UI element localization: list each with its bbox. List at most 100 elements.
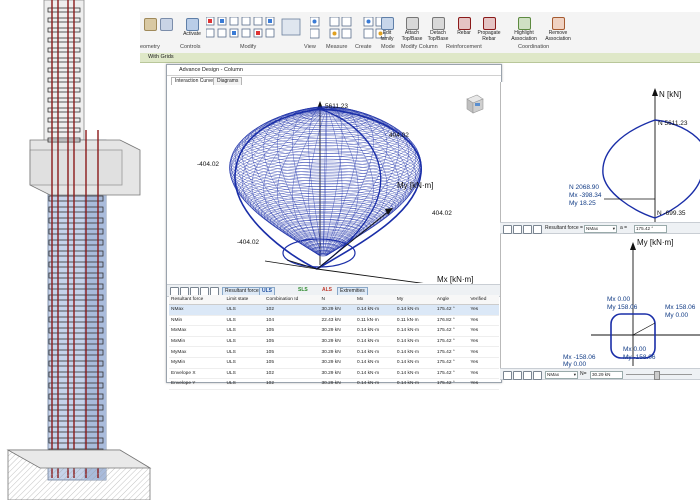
- cell-mx: 0.14 kN·m: [354, 357, 395, 369]
- export-icon[interactable]: [523, 370, 532, 380]
- cell-n: 30.29 kN: [319, 325, 355, 337]
- n-m-interaction-panel[interactable]: N [kN] N 5611.23 N 2068.90 Mx -398.34 My…: [500, 82, 700, 234]
- n-m-toolbar: Resultant force = NMax ▾ a = 175.42 °: [500, 222, 700, 234]
- n-bottom-label: N -699.35: [657, 210, 686, 217]
- dialog-tabs: Interaction Curves Diagrams: [167, 76, 501, 85]
- detach-top-base-button[interactable]: Detach Top/Base: [426, 17, 450, 42]
- view-cube[interactable]: [463, 93, 485, 115]
- zoom-icon[interactable]: [503, 224, 512, 234]
- cell-combination-id: 105: [264, 325, 320, 337]
- sls-button[interactable]: SLS: [298, 287, 308, 294]
- activate-button[interactable]: Activate: [180, 18, 204, 37]
- highlight-association-icon: [518, 17, 531, 30]
- print-icon[interactable]: [533, 370, 542, 380]
- export-icon[interactable]: [523, 224, 532, 234]
- propagate-rebar-button[interactable]: Propagate Rebar: [476, 17, 502, 42]
- table-row[interactable]: MyMax ULS 105 30.29 kN 0.14 kN·m 0.14 kN·m 175…: [169, 346, 499, 358]
- cell-limit-state: ULS: [224, 346, 265, 358]
- cell-n: 30.29 kN: [319, 304, 355, 316]
- group-controls: Controls: [180, 44, 201, 50]
- header-limit-state[interactable]: Limit state: [224, 295, 265, 305]
- interaction-dialog: Advance Design - Column Interaction Curv…: [166, 64, 502, 390]
- point-my-label: My 18.25: [569, 200, 596, 207]
- tab-diagrams[interactable]: Diagrams: [213, 77, 243, 85]
- cell-verified: Yes: [468, 315, 499, 327]
- n-input[interactable]: 30.29 kN: [590, 370, 623, 379]
- table-row[interactable]: MxMin ULS 105 30.29 kN 0.14 kN·m 0.14 kN·m 175…: [169, 336, 499, 348]
- cell-mx: 0.11 kN·m: [354, 315, 395, 327]
- resultant-force-select[interactable]: NMax ▾: [584, 224, 617, 233]
- cell-combination-id: 105: [264, 346, 320, 358]
- als-button[interactable]: ALS: [322, 287, 332, 294]
- n-slider[interactable]: [626, 371, 692, 380]
- header-combination-id[interactable]: Combination Id: [264, 295, 320, 305]
- n-top-label: N 5611.23: [658, 120, 688, 127]
- column-3d-view[interactable]: [0, 0, 166, 500]
- table-header: Resultant force Limit state Combination …: [169, 295, 499, 305]
- tab-diagrams-label: Diagrams: [217, 78, 239, 84]
- cell-combination-id: 104: [264, 315, 320, 327]
- cell-verified: Yes: [468, 304, 499, 316]
- alpha-input[interactable]: 175.42 °: [634, 224, 667, 233]
- chevron-down-icon: ▾: [612, 225, 615, 231]
- group-create: Create: [355, 44, 372, 50]
- highlight-association-button[interactable]: Highlight Association: [508, 17, 540, 42]
- table-row[interactable]: Envelope Y ULS 102 30.29 kN 0.14 kN·m 0.14 kN…: [169, 378, 499, 390]
- mx-my-interaction-panel[interactable]: My [kN·m] Mx 0.00 My 158.06 Mx 158.06 My…: [500, 234, 700, 368]
- interaction-surface-3d[interactable]: [167, 85, 501, 283]
- n-axis-arrowhead: [652, 88, 658, 96]
- rebar-icon: [458, 17, 471, 30]
- edit-family-button[interactable]: Edit family: [376, 17, 398, 42]
- cell-resultant-force: MyMax: [169, 346, 225, 358]
- n-axis-label: N [kN]: [659, 90, 682, 99]
- copy-icon[interactable]: [513, 370, 522, 380]
- bottom-my-label: My -158.06: [623, 354, 656, 361]
- attach-icon: [406, 17, 419, 30]
- cell-resultant-force: Envelope Y: [169, 378, 225, 390]
- mx-my-point-leader: [632, 322, 656, 336]
- table-row[interactable]: NMin ULS 104 22.43 kN 0.11 kN·m 0.11 kN·m 176.…: [169, 315, 499, 327]
- cell-angle: 176.82 °: [434, 315, 469, 327]
- cell-limit-state: ULS: [224, 325, 265, 337]
- n-slider-handle[interactable]: [654, 371, 660, 380]
- header-angle[interactable]: Angle: [434, 295, 469, 305]
- right-value-label: 404.02: [389, 132, 409, 139]
- rebar-button[interactable]: Rebar: [454, 17, 474, 36]
- detach-icon: [432, 17, 445, 30]
- cell-resultant-force: MxMin: [169, 336, 225, 348]
- cell-mx: 0.14 kN·m: [354, 336, 395, 348]
- cell-angle: 175.42 °: [434, 336, 469, 348]
- cell-verified: Yes: [468, 346, 499, 358]
- cell-angle: 175.42 °: [434, 325, 469, 337]
- attach-top-base-button[interactable]: Attach Top/Base: [400, 17, 424, 42]
- table-row[interactable]: Envelope X ULS 102 30.29 kN 0.14 kN·m 0.14 kN…: [169, 368, 499, 380]
- print-icon[interactable]: [533, 224, 542, 234]
- header-resultant-force[interactable]: Resultant force: [169, 295, 225, 305]
- header-my[interactable]: My: [394, 295, 435, 305]
- cell-n: 30.29 kN: [319, 357, 355, 369]
- force-select[interactable]: NMax ▾: [545, 370, 578, 379]
- remove-association-button[interactable]: Remove Association: [542, 17, 574, 42]
- cell-n: 30.29 kN: [319, 378, 355, 390]
- cell-my: 0.14 kN·m: [394, 304, 435, 316]
- table-row[interactable]: MxMax ULS 105 30.29 kN 0.14 kN·m 0.14 kN·m 175…: [169, 325, 499, 337]
- left-bottom-value-label: -404.02: [237, 239, 260, 246]
- cell-combination-id: 102: [264, 378, 320, 390]
- resultant-forces-label: Resultant forces: [225, 287, 262, 294]
- zoom-icon[interactable]: [503, 370, 512, 380]
- header-verified[interactable]: Verified: [468, 295, 499, 305]
- copy-icon[interactable]: [513, 224, 522, 234]
- table-row[interactable]: MyMin ULS 105 30.29 kN 0.14 kN·m 0.14 kN·m 175…: [169, 357, 499, 369]
- table-row[interactable]: NMax ULS 102 30.29 kN 0.14 kN·m 0.14 kN·m 175.…: [169, 304, 499, 316]
- cell-my: 0.14 kN·m: [394, 346, 435, 358]
- pin-icon[interactable]: [160, 18, 173, 31]
- alpha-input-value: 175.42 °: [636, 225, 654, 231]
- geometry-icon[interactable]: [144, 18, 157, 31]
- cell-n: 30.29 kN: [319, 336, 355, 348]
- header-n[interactable]: N: [319, 295, 355, 305]
- cell-resultant-force: MxMax: [169, 325, 225, 337]
- header-mx[interactable]: Mx: [354, 295, 395, 305]
- cell-verified: Yes: [468, 368, 499, 380]
- alpha-label: a =: [620, 225, 628, 231]
- edit-family-icon: [381, 17, 394, 30]
